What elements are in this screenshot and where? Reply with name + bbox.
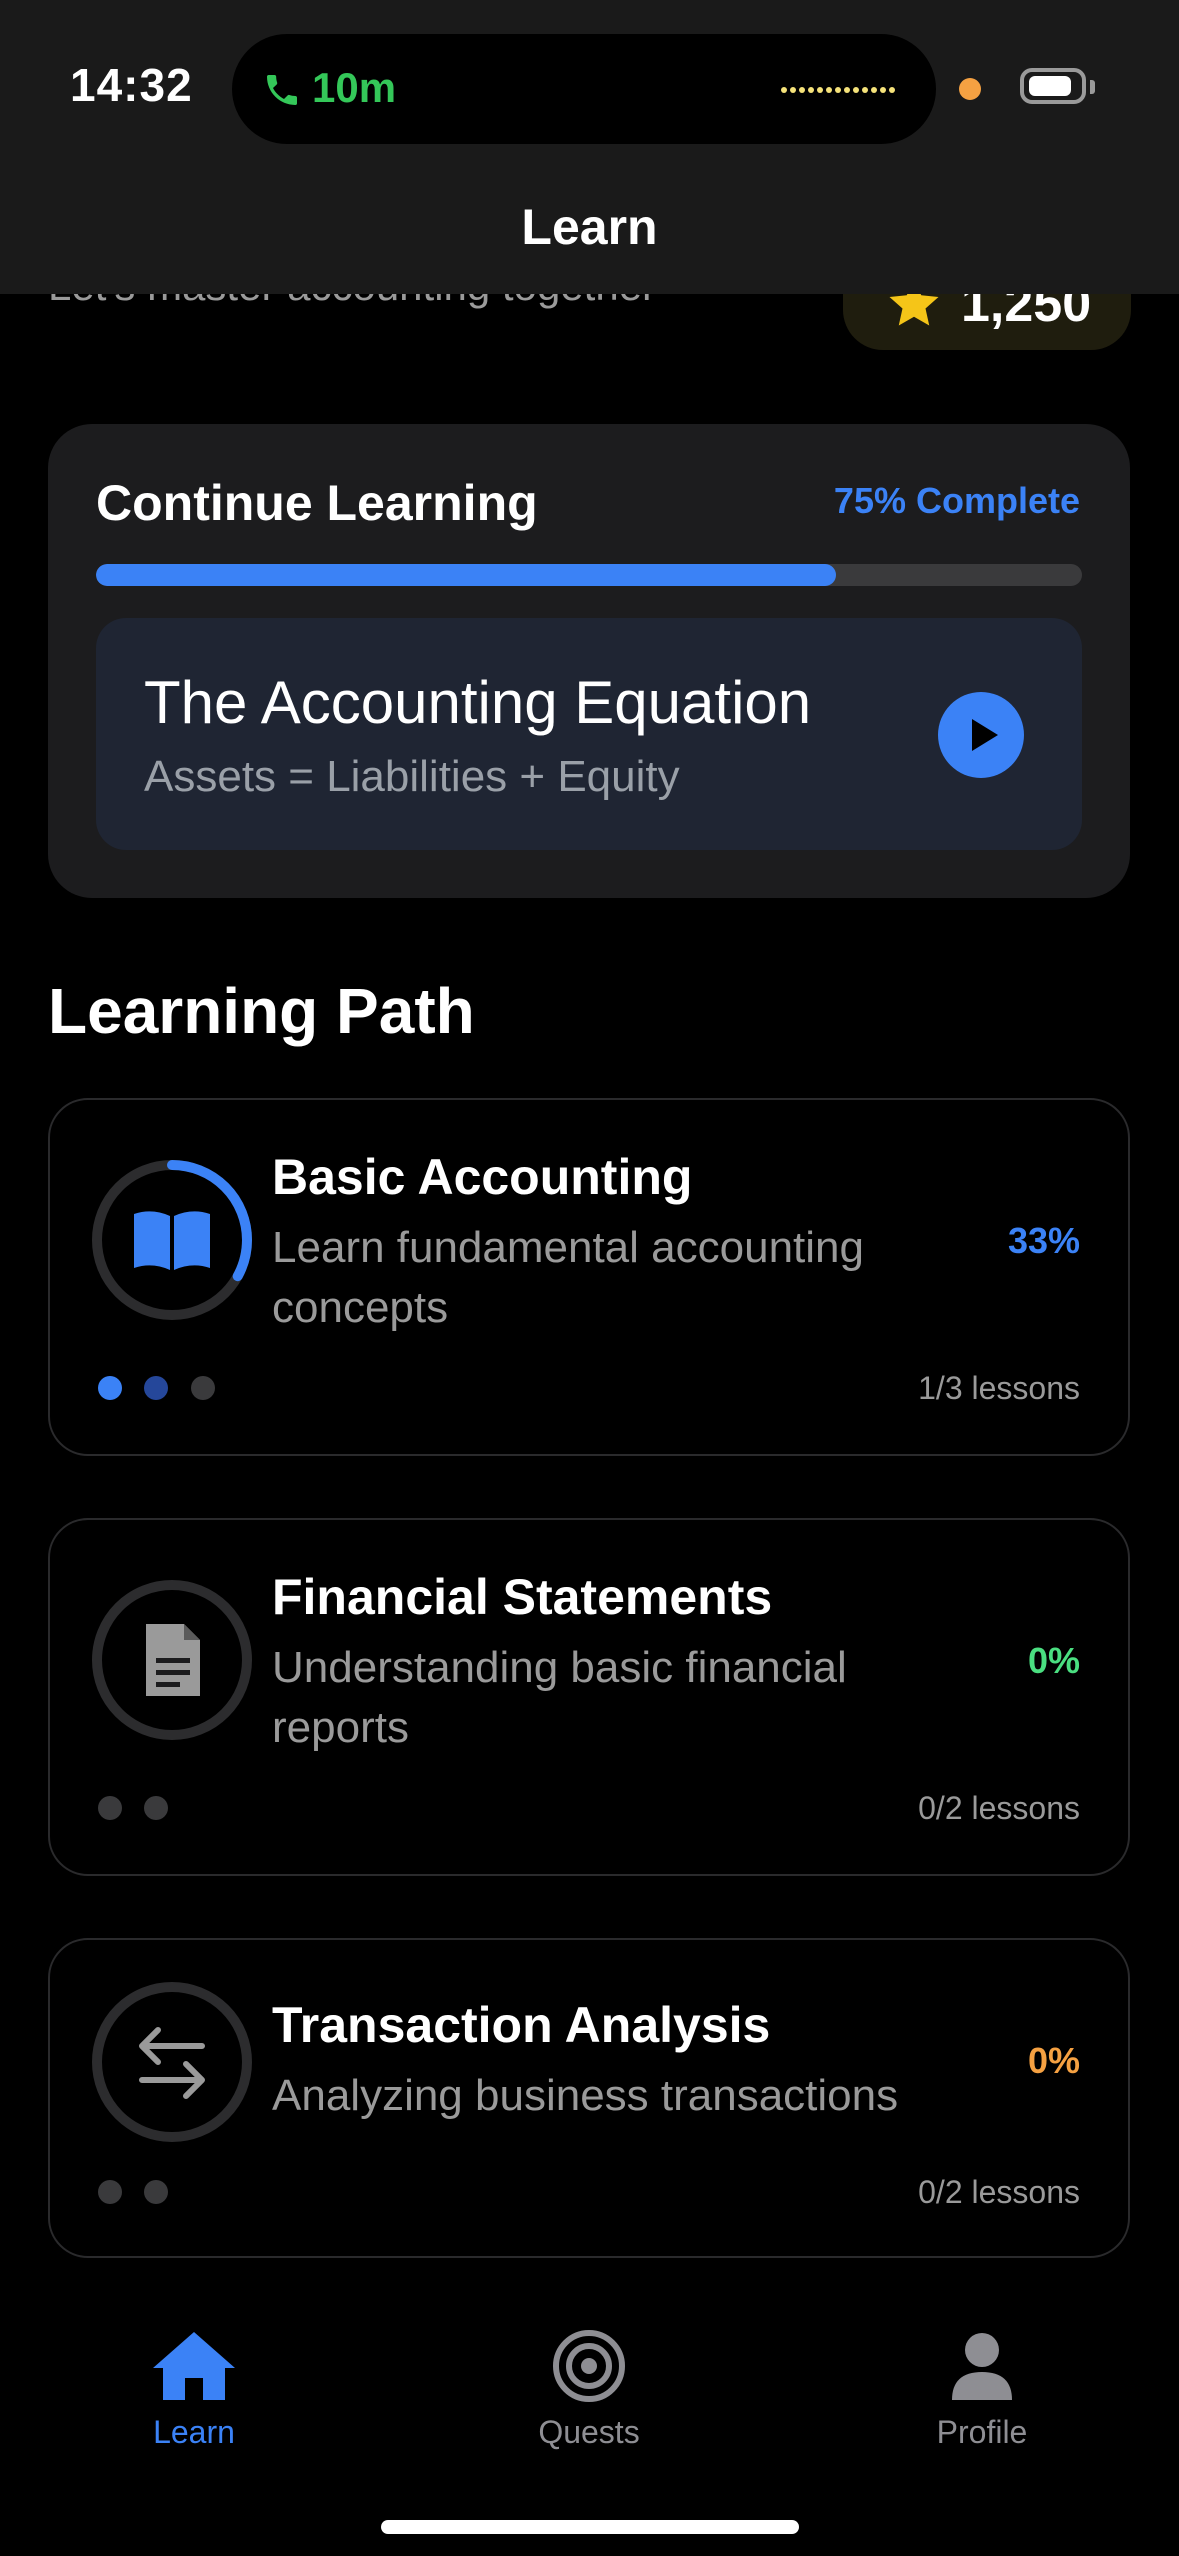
course-lessons-count: 0/2 lessons bbox=[918, 1790, 1080, 1826]
course-progress-ring bbox=[90, 1578, 254, 1742]
home-indicator[interactable] bbox=[381, 2520, 799, 2534]
continue-learning-card[interactable]: Continue Learning 75% Complete The Accou… bbox=[48, 424, 1130, 898]
current-lesson-card[interactable]: The Accounting Equation Assets = Liabili… bbox=[96, 618, 1082, 850]
lesson-dot bbox=[98, 2180, 122, 2204]
course-card-basic-accounting[interactable]: Basic Accounting Learn fundamental accou… bbox=[48, 1098, 1130, 1456]
lesson-dot bbox=[144, 1796, 169, 1820]
tab-label: Learn bbox=[153, 2414, 235, 2450]
tab-bar: Learn Quests Profile bbox=[0, 2300, 1179, 2556]
arrows-swap-icon bbox=[139, 2027, 205, 2099]
lesson-dot bbox=[190, 1376, 215, 1400]
course-title: Transaction Analysis bbox=[272, 1997, 771, 2053]
current-lesson-subtitle: Assets = Liabilities + Equity bbox=[144, 752, 680, 801]
lesson-dot bbox=[98, 1376, 122, 1400]
play-button[interactable] bbox=[938, 692, 1024, 778]
lesson-dots bbox=[98, 2180, 186, 2204]
continue-learning-title: Continue Learning bbox=[96, 475, 538, 531]
audio-waveform-icon bbox=[781, 87, 895, 93]
phone-icon bbox=[267, 75, 297, 105]
course-description: Understanding basic financial reports bbox=[272, 1643, 847, 1752]
continue-progress-fill bbox=[96, 564, 836, 586]
continue-progress-bar bbox=[96, 564, 1082, 586]
play-icon bbox=[972, 719, 998, 751]
lesson-dot bbox=[144, 1376, 169, 1400]
course-progress-ring bbox=[90, 1158, 254, 1322]
tab-learn[interactable]: Learn bbox=[84, 2328, 304, 2478]
header: 14:32 10m Learn bbox=[0, 0, 1179, 294]
lesson-dots bbox=[98, 1376, 233, 1400]
person-icon bbox=[952, 2333, 1012, 2400]
privacy-indicator-dot bbox=[959, 78, 981, 100]
course-card-transaction-analysis[interactable]: Transaction Analysis Analyzing business … bbox=[48, 1938, 1130, 2258]
lesson-dots bbox=[98, 1796, 186, 1820]
course-percent: 33% bbox=[1007, 1220, 1080, 1261]
status-time: 14:32 bbox=[70, 59, 193, 111]
continue-learning-percent: 75% Complete bbox=[833, 480, 1080, 521]
lesson-dot bbox=[98, 1796, 122, 1820]
learning-path-title: Learning Path bbox=[48, 975, 475, 1047]
current-lesson-title: The Accounting Equation bbox=[144, 669, 812, 736]
course-lessons-count: 1/3 lessons bbox=[918, 1370, 1080, 1406]
course-lessons-count: 0/2 lessons bbox=[918, 2174, 1080, 2210]
course-description: Analyzing business transactions bbox=[272, 2071, 899, 2120]
course-title: Basic Accounting bbox=[272, 1149, 693, 1205]
page-title: Learn bbox=[521, 199, 658, 255]
lesson-dot bbox=[144, 2180, 169, 2204]
target-icon bbox=[553, 2330, 625, 2402]
home-icon bbox=[153, 2332, 235, 2400]
course-title: Financial Statements bbox=[272, 1569, 773, 1625]
call-duration: 10m bbox=[312, 64, 397, 111]
tab-label: Quests bbox=[538, 2414, 640, 2450]
document-icon bbox=[146, 1624, 200, 1696]
course-percent: 0% bbox=[1027, 1640, 1080, 1681]
tab-quests[interactable]: Quests bbox=[479, 2328, 699, 2478]
tab-label: Profile bbox=[936, 2414, 1028, 2450]
book-icon bbox=[134, 1211, 210, 1270]
battery-icon bbox=[1020, 68, 1086, 104]
course-progress-ring bbox=[90, 1980, 254, 2144]
tab-profile[interactable]: Profile bbox=[872, 2328, 1092, 2478]
battery-cap bbox=[1090, 80, 1095, 94]
course-card-financial-statements[interactable]: Financial Statements Understanding basic… bbox=[48, 1518, 1130, 1876]
dynamic-island[interactable]: 10m bbox=[232, 34, 936, 144]
course-description: Learn fundamental accounting concepts bbox=[272, 1223, 864, 1332]
course-percent: 0% bbox=[1027, 2040, 1080, 2081]
